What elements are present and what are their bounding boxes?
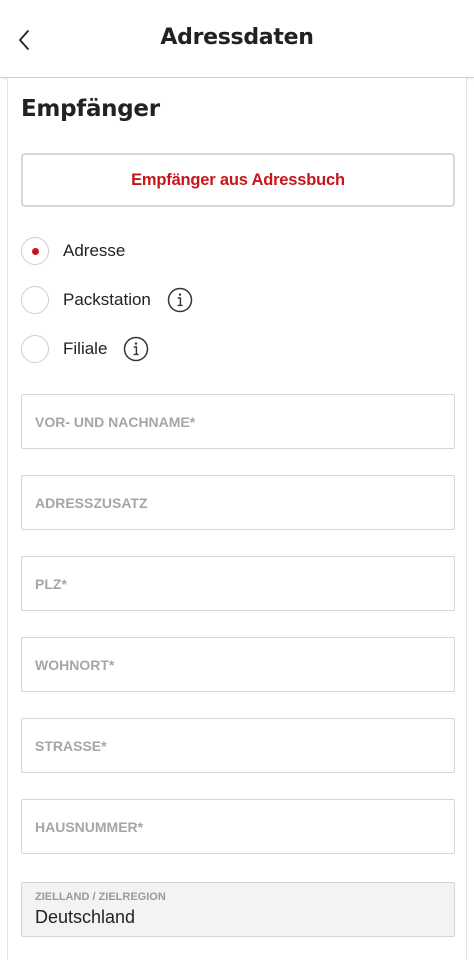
zip-field — [21, 556, 455, 611]
radio-option-filiale[interactable]: Filiale — [21, 334, 149, 364]
addressbook-button-label: Empfänger aus Adressbuch — [131, 170, 345, 189]
radio-label-packstation: Packstation — [63, 290, 151, 309]
radio-label-adresse: Adresse — [63, 241, 126, 260]
address-extra-field — [21, 475, 455, 530]
recipient-form: Empfänger Empfänger aus Adressbuch Adres… — [7, 78, 467, 960]
radio-option-packstation[interactable]: Packstation — [21, 285, 193, 315]
destination-value: Deutschland — [35, 907, 136, 927]
page-title: Adressdaten — [160, 25, 314, 50]
name-field — [21, 394, 455, 449]
section-title: Empfänger — [21, 96, 160, 122]
addressbook-button[interactable]: Empfänger aus Adressbuch — [21, 153, 455, 207]
city-field — [21, 637, 455, 692]
street-input[interactable] — [22, 719, 454, 772]
destination-country-select[interactable]: ZIELLAND / ZIELREGION Deutschland — [21, 882, 455, 937]
zip-input[interactable] — [22, 557, 454, 610]
radio-button-selected[interactable] — [21, 237, 49, 265]
destination-label: ZIELLAND / ZIELREGION — [35, 891, 166, 903]
app-header: Adressdaten — [0, 0, 474, 78]
info-icon[interactable] — [167, 287, 193, 313]
radio-label-filiale: Filiale — [63, 339, 108, 358]
name-input[interactable] — [22, 395, 454, 448]
street-field — [21, 718, 455, 773]
radio-button[interactable] — [21, 286, 49, 314]
city-input[interactable] — [22, 638, 454, 691]
address-extra-input[interactable] — [22, 476, 454, 529]
radio-option-adresse[interactable]: Adresse — [21, 236, 125, 266]
info-icon[interactable] — [123, 336, 149, 362]
radio-button[interactable] — [21, 335, 49, 363]
house-number-input[interactable] — [22, 800, 454, 853]
house-number-field — [21, 799, 455, 854]
